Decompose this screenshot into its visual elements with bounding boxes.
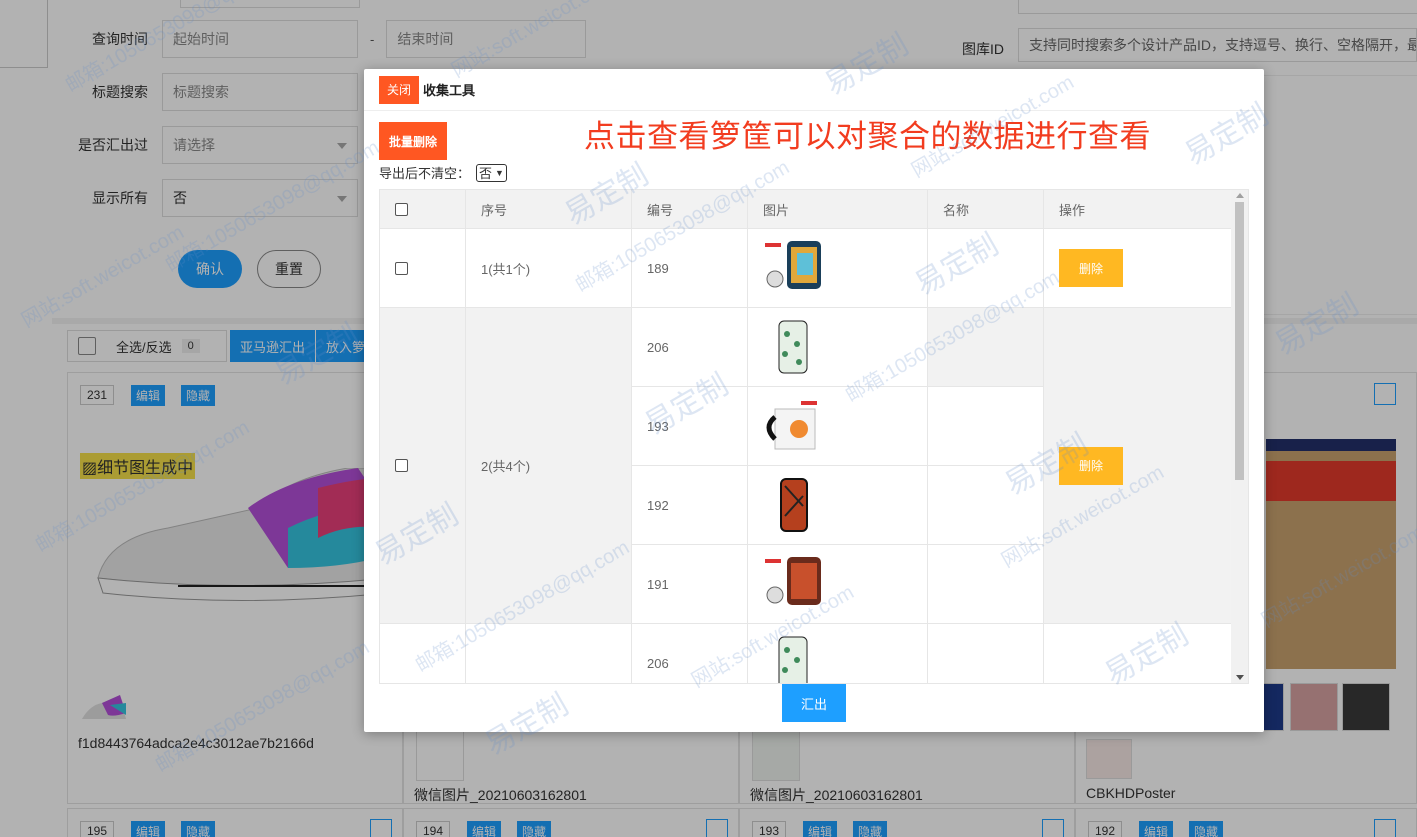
phone-case-thumbnail [763, 239, 823, 297]
scroll-up-icon[interactable] [1236, 193, 1244, 198]
mug-thumbnail [763, 397, 823, 455]
phone-case-thumbnail [763, 318, 823, 376]
header-id: 编号 [632, 190, 748, 229]
image-cell [748, 466, 928, 545]
modal-header: 关闭 收集工具 [364, 69, 1264, 111]
seq-cell: 2(共4个) [466, 308, 632, 624]
id-cell: 189 [632, 229, 748, 308]
id-cell: 206 [632, 308, 748, 387]
table-scrollbar[interactable] [1231, 190, 1248, 683]
no-clear-value: 否 [479, 166, 493, 181]
hint-annotation: 点击查看箩筐可以对聚合的数据进行查看 [584, 119, 1151, 154]
id-cell: 206 [632, 624, 748, 683]
export-button[interactable]: 汇出 [782, 684, 846, 722]
id-cell: 192 [632, 466, 748, 545]
row-select-cell [380, 308, 466, 624]
id-cell: 191 [632, 545, 748, 624]
action-cell: 删除 [1044, 308, 1232, 624]
phone-case-thumbnail [763, 634, 823, 683]
batch-delete-button[interactable]: 批量删除 [379, 122, 447, 160]
seq-cell [466, 624, 632, 683]
no-clear-select[interactable]: 否 ▼ [476, 163, 507, 182]
name-cell [928, 624, 1044, 683]
row-select-cell [380, 624, 466, 683]
action-cell [1044, 624, 1232, 683]
row-checkbox[interactable] [395, 459, 408, 472]
header-checkbox[interactable] [395, 203, 408, 216]
row-checkbox[interactable] [395, 261, 408, 275]
image-cell [748, 387, 928, 466]
name-cell [928, 545, 1044, 624]
no-clear-option: 导出后不清空： 否 ▼ [379, 163, 507, 182]
phone-case-thumbnail [763, 476, 823, 534]
header-name: 名称 [928, 190, 1044, 229]
collection-table: 序号 编号 图片 名称 操作 1(共1个) 189 删除 2(共4个) 206 … [379, 189, 1249, 684]
image-cell [748, 308, 928, 387]
image-cell [748, 624, 928, 683]
chevron-down-icon: ▼ [495, 167, 504, 178]
id-cell: 193 [632, 387, 748, 466]
seq-cell: 1(共1个) [466, 229, 632, 308]
table-header: 序号 编号 图片 名称 操作 [380, 190, 1232, 229]
action-cell: 删除 [1044, 229, 1232, 308]
modal-title: 收集工具 [423, 83, 476, 98]
image-cell [748, 545, 928, 624]
collection-tool-modal: 关闭 收集工具 批量删除 点击查看箩筐可以对聚合的数据进行查看 导出后不清空： … [364, 69, 1264, 732]
delete-button[interactable]: 删除 [1059, 249, 1123, 287]
delete-button[interactable]: 删除 [1059, 446, 1123, 485]
no-clear-label: 导出后不清空： [379, 166, 471, 181]
header-select-cell [380, 190, 466, 229]
header-image: 图片 [748, 190, 928, 229]
header-seq: 序号 [466, 190, 632, 229]
scroll-down-icon[interactable] [1236, 675, 1244, 680]
phone-case-thumbnail [763, 555, 823, 613]
name-cell [928, 466, 1044, 545]
close-button[interactable]: 关闭 [379, 75, 420, 104]
row-select-cell [380, 229, 466, 308]
image-cell [748, 229, 928, 308]
header-actions: 操作 [1059, 203, 1086, 218]
scroll-thumb[interactable] [1235, 202, 1244, 480]
name-cell [928, 387, 1044, 466]
name-cell [928, 308, 1044, 387]
name-cell [928, 229, 1044, 308]
